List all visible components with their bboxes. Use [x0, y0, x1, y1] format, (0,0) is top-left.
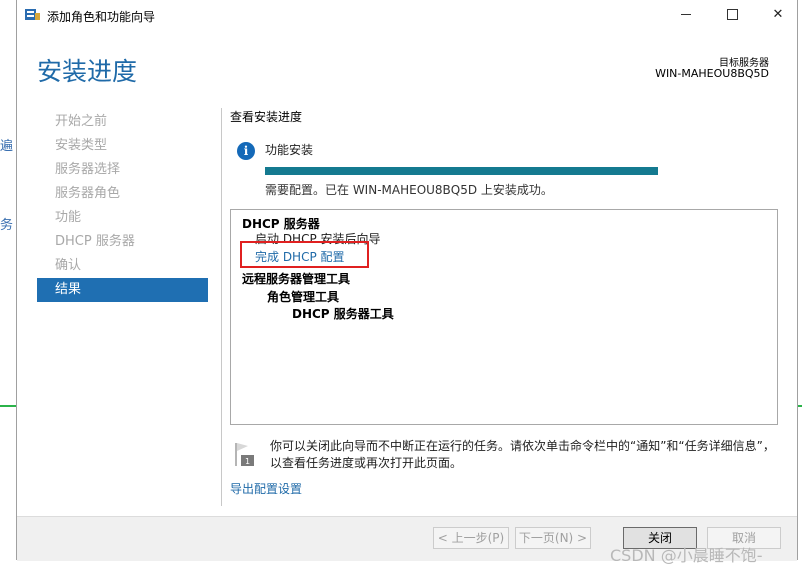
notification-flag-icon: 1: [235, 443, 254, 466]
nav-item-results[interactable]: 结果: [37, 278, 208, 302]
maximize-button[interactable]: [709, 0, 755, 30]
nav-item-confirmation: 确认: [55, 258, 82, 273]
close-wizard-note: 你可以关闭此向导而不中断正在运行的任务。请依次单击命令栏中的“通知”和“任务详细…: [270, 439, 775, 470]
desktop-glyph: 遍: [0, 139, 14, 154]
installation-status: 需要配置。已在 WIN-MAHEOU8BQ5D 上安装成功。: [265, 183, 553, 197]
previous-button[interactable]: < 上一步(P): [433, 527, 509, 549]
next-button[interactable]: 下一页(N) >: [515, 527, 591, 549]
nav-item-server-roles: 服务器角色: [55, 186, 121, 201]
nav-item-server-selection: 服务器选择: [55, 162, 121, 177]
progress-fill: [265, 167, 658, 175]
nav-divider: [221, 108, 222, 506]
export-config-link[interactable]: 导出配置设置: [230, 480, 302, 497]
desktop-line: [0, 405, 16, 407]
nav-item-installation-type: 安装类型: [55, 138, 108, 153]
result-rsat: 远程服务器管理工具: [242, 272, 351, 286]
server-manager-icon: [25, 9, 40, 20]
title-bar: 添加角色和功能向导 ✕: [17, 0, 797, 30]
desktop-line: [798, 405, 802, 407]
nav-item-dhcp-server: DHCP 服务器: [55, 234, 135, 249]
maximize-icon: [726, 9, 738, 20]
wizard-nav: 开始之前 安装类型 服务器选择 服务器角色 功能 DHCP 服务器 确认 结果: [37, 110, 208, 302]
wizard-window: 添加角色和功能向导 ✕ 安装进度 目标服务器 WIN-MAHEOU8BQ5D 开…: [16, 0, 798, 561]
desktop-background: [0, 0, 16, 572]
minimize-icon: [681, 14, 691, 15]
close-window-button[interactable]: ✕: [755, 0, 801, 30]
desktop-glyph: 务: [0, 218, 14, 233]
info-icon: i: [237, 142, 255, 160]
nav-item-before-you-begin: 开始之前: [55, 114, 108, 129]
watermark: CSDN @小晨睡不饱-: [610, 546, 763, 565]
feature-installation-label: 功能安装: [265, 143, 314, 157]
window-title: 添加角色和功能向导: [47, 10, 156, 24]
installation-progress-bar: [265, 167, 658, 175]
results-panel: DHCP 服务器 启动 DHCP 安装后向导 完成 DHCP 配置 远程服务器管…: [230, 209, 778, 425]
target-server-name: WIN-MAHEOU8BQ5D: [655, 67, 769, 80]
minimize-button[interactable]: [663, 0, 709, 30]
result-role-admin-tools: 角色管理工具: [267, 290, 340, 304]
highlight-box: [240, 241, 369, 268]
page-title: 安装进度: [37, 57, 138, 86]
section-title: 查看安装进度: [230, 110, 303, 124]
nav-item-features: 功能: [55, 210, 82, 225]
svg-text:1: 1: [245, 457, 250, 466]
result-dhcp-server-tools: DHCP 服务器工具: [292, 307, 394, 321]
close-icon: ✕: [772, 7, 784, 22]
